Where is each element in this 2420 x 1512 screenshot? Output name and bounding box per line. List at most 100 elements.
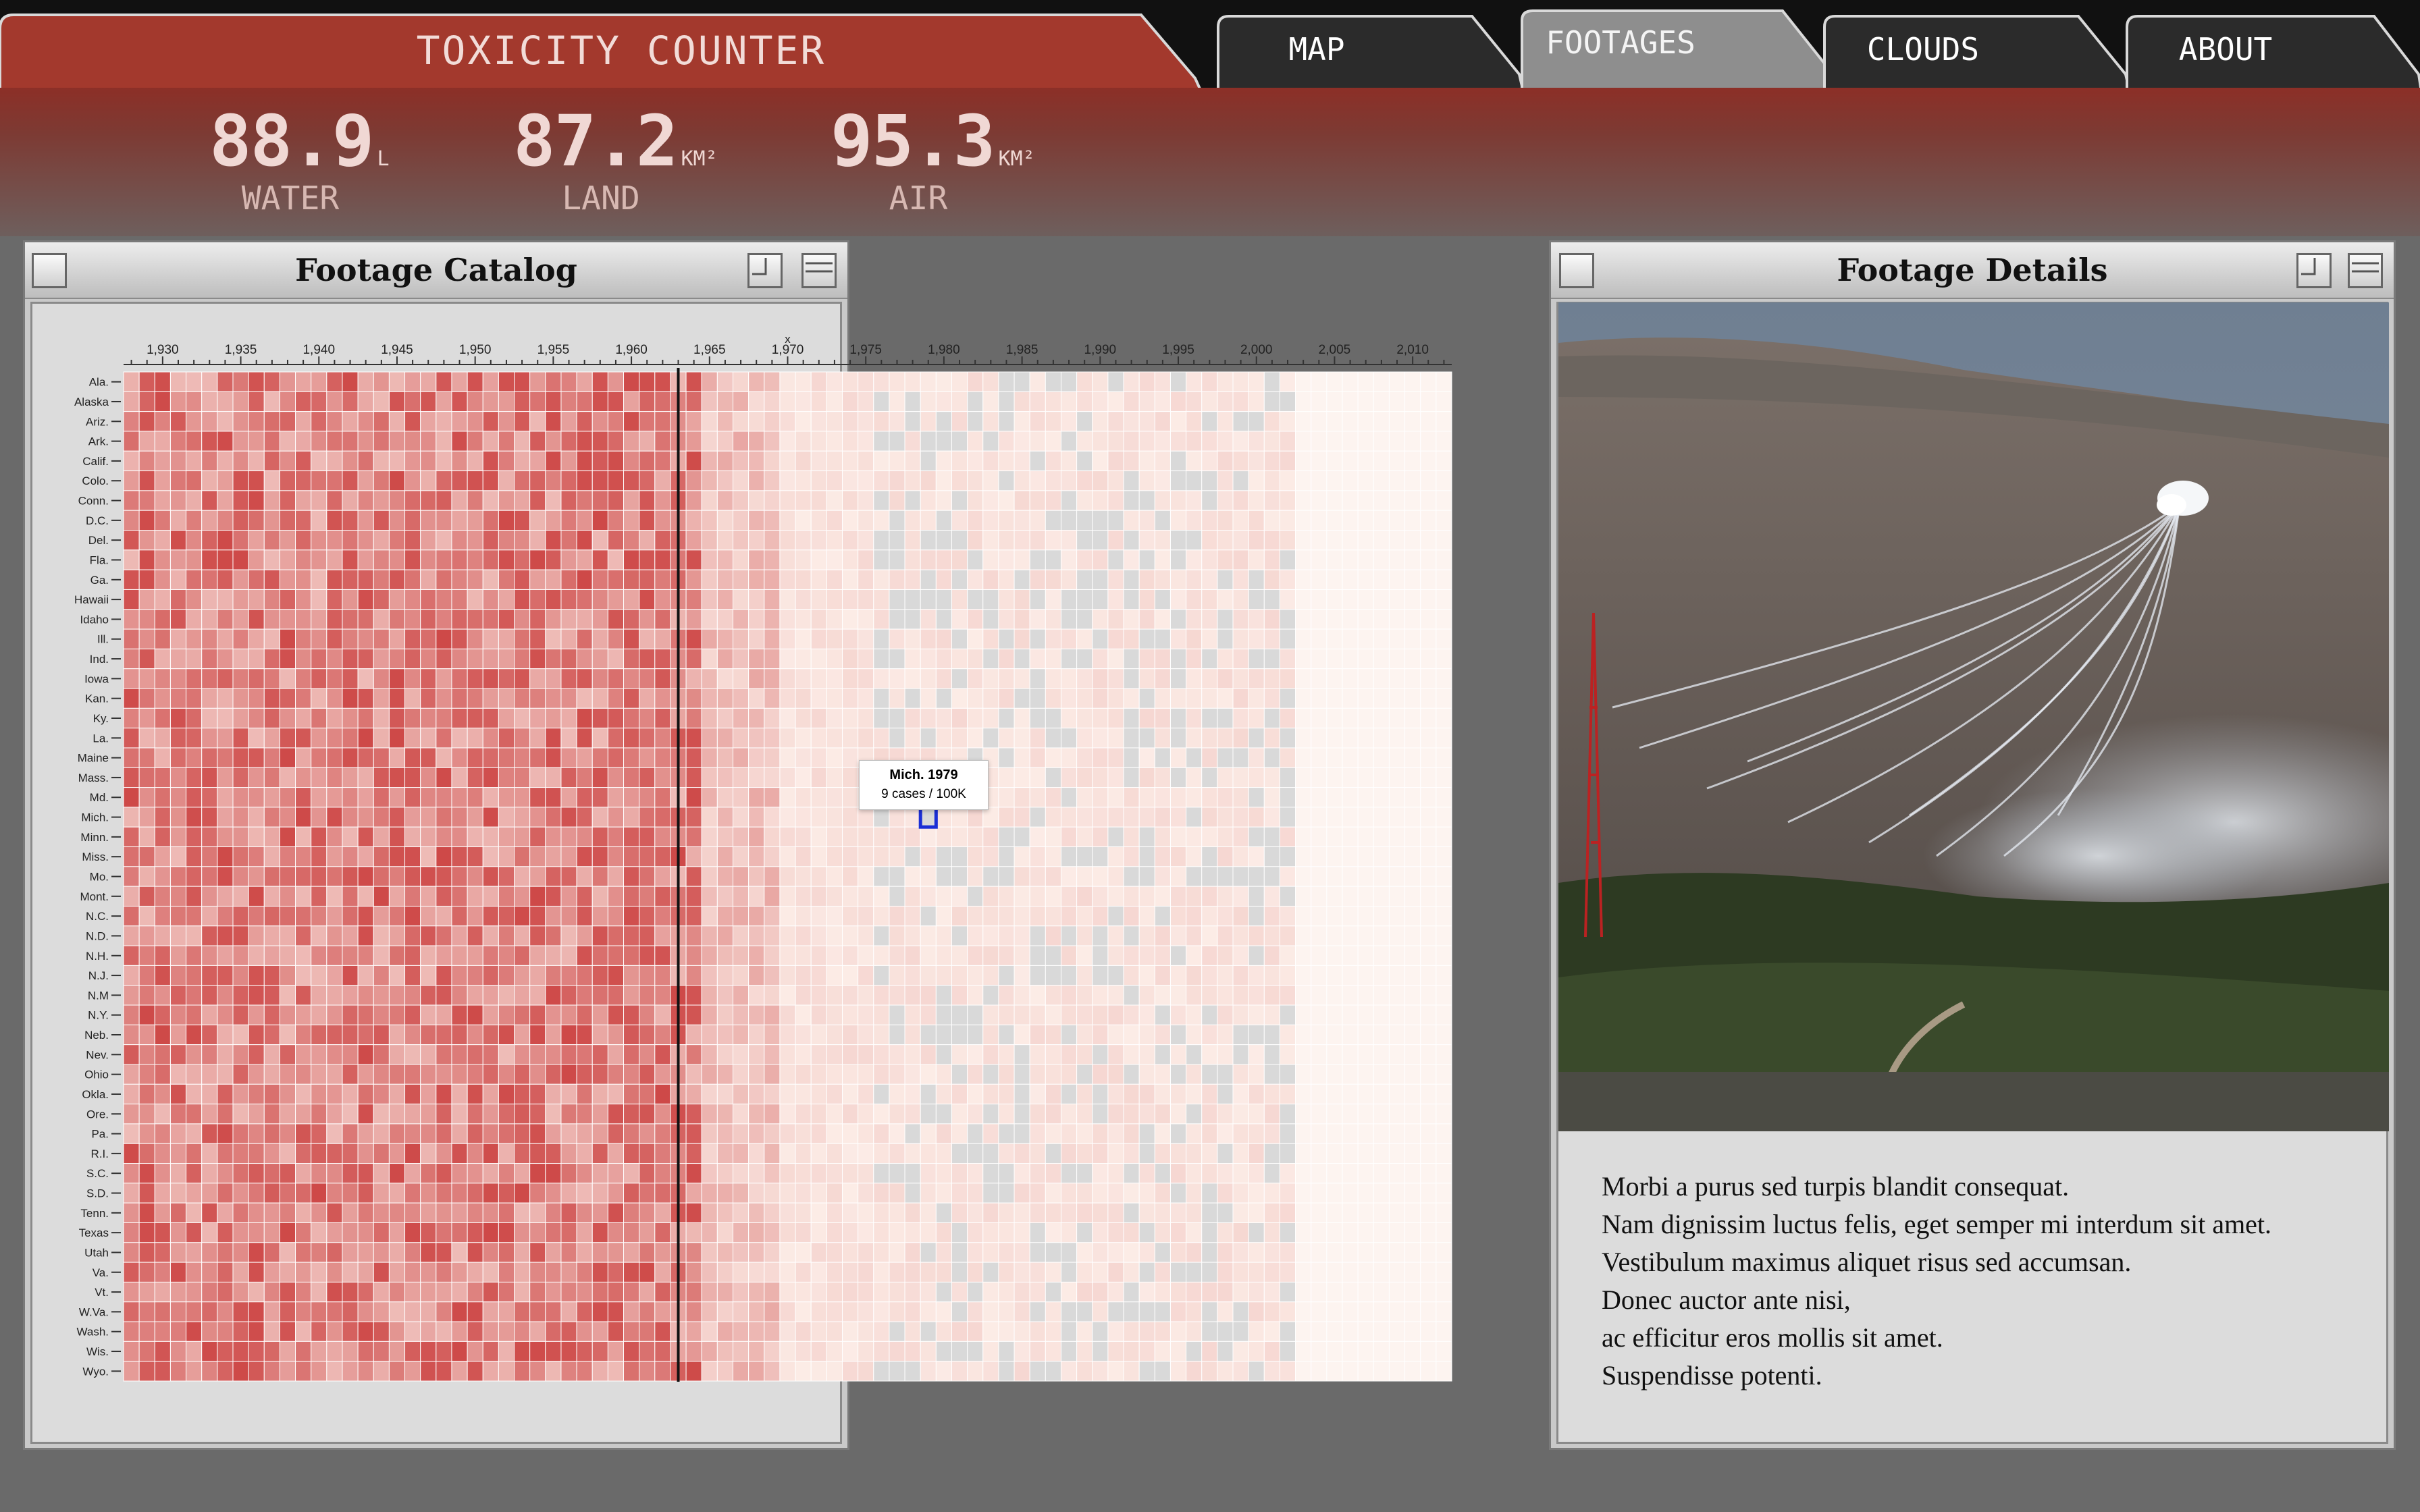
heatmap-cell[interactable] [1029,965,1046,986]
heatmap-cell[interactable] [1092,510,1109,531]
heatmap-cell[interactable] [388,1183,406,1204]
heatmap-cell[interactable] [1404,450,1421,472]
heatmap-cell[interactable] [1342,628,1359,649]
heatmap-cell[interactable] [514,530,531,551]
heatmap-cell[interactable] [420,1104,437,1125]
heatmap-cell[interactable] [420,985,437,1006]
heatmap-cell[interactable] [1014,648,1030,670]
heatmap-cell[interactable] [810,1202,827,1223]
heatmap-cell[interactable] [748,470,765,491]
heatmap-cell[interactable] [154,826,171,848]
heatmap-cell[interactable] [607,1183,625,1204]
heatmap-cell[interactable] [169,767,187,788]
heatmap-cell[interactable] [1169,450,1187,472]
heatmap-cell[interactable] [1138,470,1155,491]
heatmap-cell[interactable] [1092,1361,1109,1382]
heatmap-cell[interactable] [576,707,593,729]
heatmap-cell[interactable] [1138,628,1155,649]
heatmap-cell[interactable] [826,925,843,946]
heatmap-cell[interactable] [451,589,468,610]
heatmap-cell[interactable] [1138,866,1155,887]
heatmap-cell[interactable] [576,688,593,709]
heatmap-cell[interactable] [169,1361,187,1382]
heatmap-cell[interactable] [1357,747,1374,768]
heatmap-cell[interactable] [1186,1004,1203,1025]
heatmap-cell[interactable] [1357,728,1374,749]
heatmap-cell[interactable] [482,1183,499,1204]
heatmap-cell[interactable] [154,688,171,709]
heatmap-cell[interactable] [1060,1242,1078,1263]
heatmap-cell[interactable] [967,589,984,610]
heatmap-cell[interactable] [1248,530,1265,551]
heatmap-cell[interactable] [436,1262,452,1282]
heatmap-cell[interactable] [733,1064,749,1085]
heatmap-cell[interactable] [716,1163,733,1184]
heatmap-cell[interactable] [920,728,937,749]
heatmap-cell[interactable] [514,945,531,966]
heatmap-cell[interactable] [529,549,546,570]
heatmap-cell[interactable] [1436,826,1452,848]
heatmap-cell[interactable] [451,391,468,412]
heatmap-cell[interactable] [779,1202,796,1223]
heatmap-cell[interactable] [764,648,781,670]
heatmap-cell[interactable] [169,866,187,887]
heatmap-cell[interactable] [701,470,718,491]
heatmap-cell[interactable] [873,628,890,649]
heatmap-cell[interactable] [1436,688,1452,709]
heatmap-cell[interactable] [186,450,203,472]
heatmap-cell[interactable] [764,1242,781,1263]
heatmap-cell[interactable] [826,1064,843,1085]
heatmap-cell[interactable] [1326,985,1343,1006]
heatmap-cell[interactable] [795,846,812,867]
heatmap-cell[interactable] [498,1143,515,1164]
heatmap-cell[interactable] [326,1004,343,1025]
heatmap-cell[interactable] [591,648,608,670]
heatmap-cell[interactable] [920,905,937,927]
heatmap-cell[interactable] [123,1004,140,1025]
heatmap-cell[interactable] [357,1183,374,1204]
heatmap-cell[interactable] [889,905,905,927]
heatmap-cell[interactable] [1388,628,1406,649]
heatmap-cell[interactable] [873,1202,890,1223]
heatmap-cell[interactable] [326,1341,343,1362]
heatmap-cell[interactable] [138,628,155,649]
heatmap-cell[interactable] [1029,1024,1046,1046]
heatmap-cell[interactable] [935,490,952,511]
heatmap-cell[interactable] [1232,1123,1249,1144]
heatmap-cell[interactable] [1279,945,1296,966]
heatmap-cell[interactable] [154,728,171,749]
heatmap-cell[interactable] [591,846,608,867]
heatmap-cell[interactable] [779,807,796,828]
heatmap-cell[interactable] [1373,1163,1390,1184]
heatmap-cell[interactable] [1357,1163,1374,1184]
heatmap-cell[interactable] [701,609,718,630]
heatmap-cell[interactable] [733,707,749,729]
heatmap-cell[interactable] [1295,490,1312,511]
heatmap-cell[interactable] [279,609,296,630]
heatmap-cell[interactable] [607,925,625,946]
heatmap-cell[interactable] [169,1024,187,1046]
heatmap-cell[interactable] [779,728,796,749]
heatmap-cell[interactable] [529,530,546,551]
heatmap-cell[interactable] [873,688,890,709]
heatmap-cell[interactable] [1169,807,1187,828]
heatmap-cell[interactable] [1420,510,1437,531]
heatmap-cell[interactable] [1373,450,1390,472]
heatmap-cell[interactable] [498,411,515,432]
heatmap-cell[interactable] [1201,1004,1218,1025]
heatmap-cell[interactable] [169,707,187,729]
heatmap-cell[interactable] [1092,1281,1109,1303]
heatmap-cell[interactable] [733,1183,749,1204]
heatmap-cell[interactable] [529,866,546,887]
heatmap-cell[interactable] [826,807,843,828]
heatmap-cell[interactable] [639,1024,656,1046]
heatmap-cell[interactable] [1076,866,1093,887]
heatmap-cell[interactable] [388,1321,406,1342]
heatmap-cell[interactable] [1420,1262,1437,1282]
heatmap-cell[interactable] [1420,1202,1437,1223]
heatmap-cell[interactable] [1311,1321,1327,1342]
heatmap-cell[interactable] [279,985,296,1006]
heatmap-cell[interactable] [154,925,171,946]
heatmap-cell[interactable] [795,431,812,452]
heatmap-cell[interactable] [545,1242,562,1263]
